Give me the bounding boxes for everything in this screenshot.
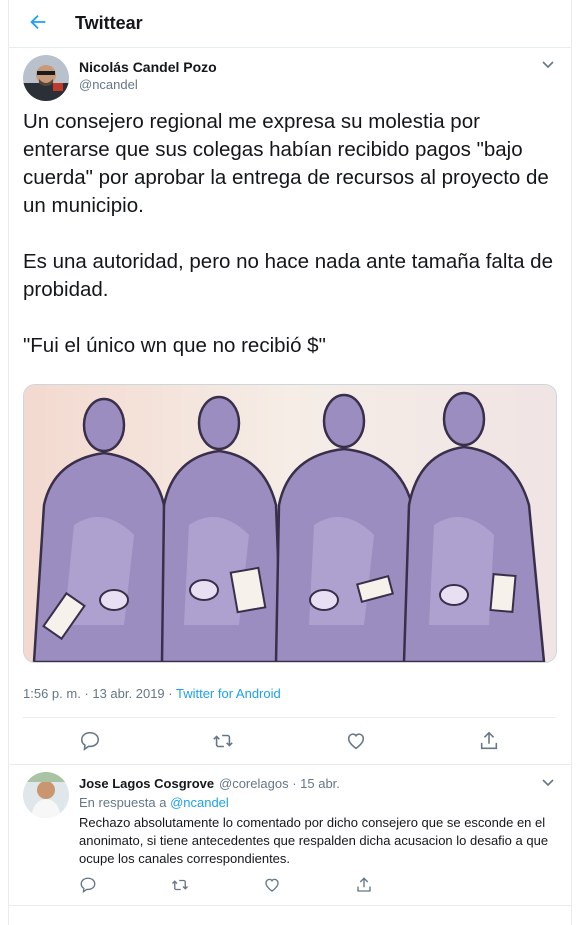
- share-icon[interactable]: [478, 730, 500, 752]
- in-reply-prefix: En respuesta a: [79, 795, 171, 810]
- tweet-paragraph: Es una autoridad, pero no hace nada ante…: [23, 250, 553, 301]
- divider: [23, 717, 555, 718]
- share-icon[interactable]: [355, 876, 373, 894]
- reply-author-name[interactable]: Jose Lagos Cosgrove: [79, 776, 214, 791]
- divider: [9, 905, 571, 906]
- author-handle[interactable]: @ncandel: [79, 77, 138, 92]
- in-reply-to: En respuesta a @ncandel: [79, 795, 229, 810]
- page-title: Twittear: [75, 13, 143, 33]
- tweet-actions: [23, 730, 555, 754]
- reply-date[interactable]: · 15 abr.: [292, 776, 340, 791]
- header-bar: Twittear: [9, 0, 571, 48]
- tweet-source[interactable]: Twitter for Android: [176, 686, 281, 701]
- comment-icon[interactable]: [79, 876, 97, 894]
- heart-icon[interactable]: [345, 730, 367, 752]
- reply-author-handle: @corelagos · 15 abr.: [219, 776, 340, 791]
- heart-icon[interactable]: [263, 876, 281, 894]
- reply-avatar[interactable]: [23, 772, 69, 818]
- author-name[interactable]: Nicolás Candel Pozo: [79, 59, 217, 75]
- in-reply-handle[interactable]: @ncandel: [170, 795, 229, 810]
- retweet-icon[interactable]: [171, 876, 189, 894]
- divider: [9, 764, 571, 765]
- timestamp-text[interactable]: 1:56 p. m. · 13 abr. 2019 ·: [23, 686, 176, 701]
- avatar[interactable]: [23, 55, 69, 101]
- reply-handle[interactable]: @corelagos: [219, 776, 289, 791]
- tweet-image[interactable]: [23, 384, 557, 663]
- reply-actions: [79, 876, 499, 894]
- reply-text: Rechazo absolutamente lo comentado por d…: [79, 815, 549, 866]
- chevron-down-icon[interactable]: [541, 778, 555, 788]
- arrow-left-icon[interactable]: [27, 11, 49, 33]
- comment-icon[interactable]: [79, 730, 101, 752]
- tweet-paragraph: Un consejero regional me expresa su mole…: [23, 110, 549, 217]
- retweet-icon[interactable]: [212, 730, 234, 752]
- tweet-paragraph: "Fui el único wn que no recibió $": [23, 334, 326, 357]
- chevron-down-icon[interactable]: [541, 60, 555, 70]
- tweet-detail-panel: Twittear Nicolás Candel Pozo @ncandel Un…: [8, 0, 572, 925]
- tweet-text: Un consejero regional me expresa su mole…: [23, 108, 563, 360]
- tweet-timestamp: 1:56 p. m. · 13 abr. 2019 · Twitter for …: [23, 686, 281, 701]
